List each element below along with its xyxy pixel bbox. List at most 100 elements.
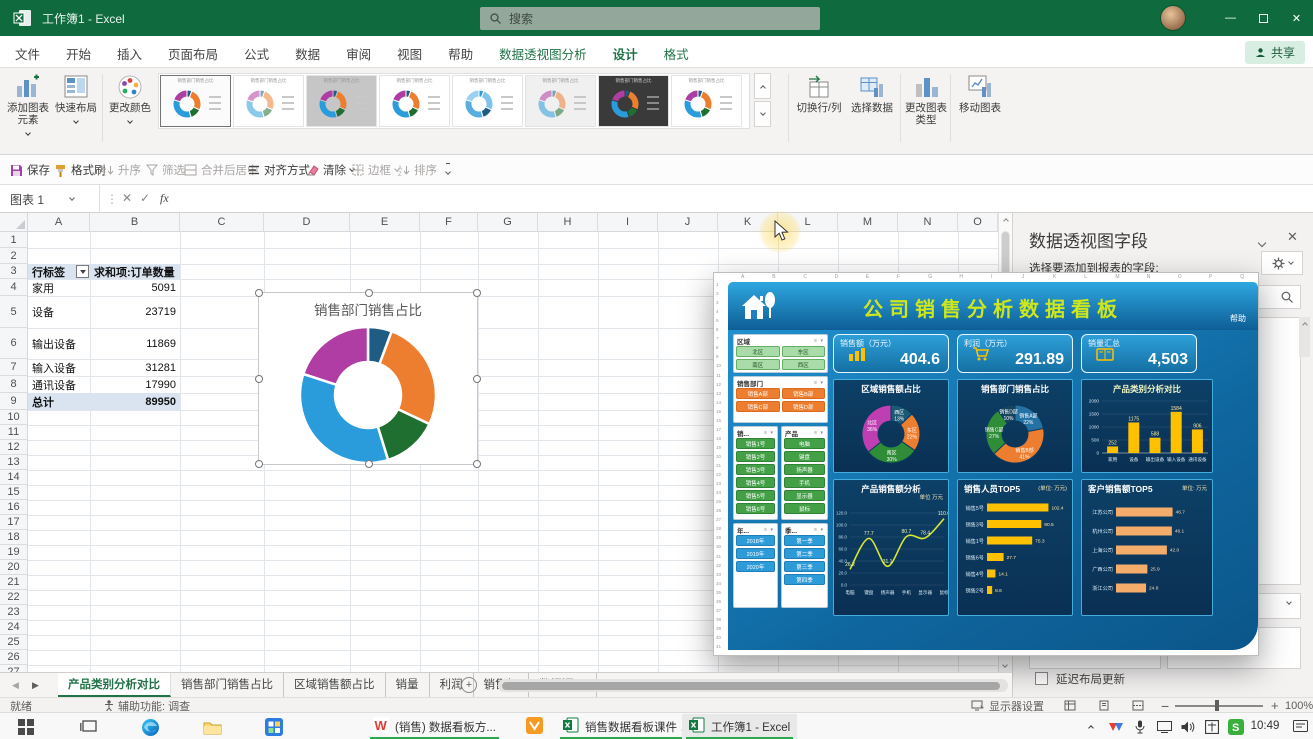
sort-button[interactable]: AZ 排序 xyxy=(398,155,437,185)
taskbar-app-orange-app-icon[interactable] xyxy=(519,714,550,739)
resize-handle[interactable] xyxy=(255,375,263,383)
pane-settings-button[interactable] xyxy=(1261,251,1303,275)
sheet-tab-产品类别分析对比[interactable]: 产品类别分析对比 xyxy=(58,673,171,697)
row-header-20[interactable]: 20 xyxy=(0,560,28,575)
task-view-button[interactable] xyxy=(78,717,98,737)
pivot-row-label[interactable]: 输入设备 xyxy=(28,359,90,376)
chart-style-5[interactable]: 销售部门销售占比 xyxy=(452,75,523,127)
zoom-slider[interactable] xyxy=(1175,705,1263,707)
edge-icon[interactable] xyxy=(140,717,160,737)
select-data-button[interactable]: 选择数据 xyxy=(847,72,897,150)
row-header-22[interactable]: 22 xyxy=(0,590,28,605)
ribbon-tab-页面布局[interactable]: 页面布局 xyxy=(155,36,231,69)
pivot-row-value[interactable]: 11869 xyxy=(90,328,180,359)
row-header-16[interactable]: 16 xyxy=(0,500,28,515)
ribbon-tab-文件[interactable]: 文件 xyxy=(2,36,53,69)
wps-tray-icon[interactable] xyxy=(1106,713,1126,739)
ribbon-tab-数据[interactable]: 数据 xyxy=(282,36,333,69)
defer-layout-checkbox[interactable] xyxy=(1035,672,1048,685)
taskbar-app-(销售) 数据看板方...[interactable]: W(销售) 数据看板方... xyxy=(366,714,503,739)
resize-handle[interactable] xyxy=(365,289,373,297)
sheet-tab-销售部门销售占比[interactable]: 销售部门销售占比 xyxy=(171,673,284,697)
row-header-24[interactable]: 24 xyxy=(0,620,28,635)
quick-layout-button[interactable]: 快速布局 xyxy=(54,72,98,150)
select-all-corner[interactable] xyxy=(0,213,28,232)
name-box[interactable]: 图表 1 xyxy=(0,185,100,213)
ribbon-tab-审阅[interactable]: 审阅 xyxy=(333,36,384,69)
ribbon-tab-视图[interactable]: 视图 xyxy=(384,36,435,69)
enter-icon[interactable]: ✓ xyxy=(140,191,150,205)
column-header-O[interactable]: O xyxy=(958,213,998,232)
tabbar-overflow[interactable]: ⋮ xyxy=(482,678,494,692)
resize-handle[interactable] xyxy=(473,460,481,468)
gallery-scroll-up-button[interactable] xyxy=(754,73,771,99)
resize-handle[interactable] xyxy=(473,375,481,383)
ribbon-tab-开始[interactable]: 开始 xyxy=(53,36,104,69)
notification-icon[interactable] xyxy=(1290,713,1310,739)
alignment-button[interactable]: 对齐方式 xyxy=(248,155,310,185)
sheet-nav-right-icon[interactable]: ▶ xyxy=(32,680,39,691)
taskbar-app-销售数据看板课件 - E...[interactable]: 销售数据看板课件 - E... xyxy=(556,714,702,739)
sheet-tab-区域销售额占比[interactable]: 区域销售额占比 xyxy=(284,673,386,697)
cancel-icon[interactable]: ✕ xyxy=(122,191,132,205)
taskbar-app-工作簿1 - Excel[interactable]: 工作簿1 - Excel xyxy=(682,714,797,739)
close-button[interactable]: ✕ xyxy=(1280,0,1313,36)
column-header-E[interactable]: E xyxy=(350,213,420,232)
cast-display-icon[interactable] xyxy=(1154,713,1174,739)
pivot-row-label[interactable]: 家用 xyxy=(28,279,90,296)
dashboard-overlay-image[interactable]: ABCDEFGHIJKLMNOPQ 1234567891011121314151… xyxy=(713,272,1259,656)
pivot-row-value[interactable]: 31281 xyxy=(90,359,180,376)
ribbon-tab-帮助[interactable]: 帮助 xyxy=(435,36,486,69)
row-header-26[interactable]: 26 xyxy=(0,650,28,665)
resize-handle[interactable] xyxy=(255,460,263,468)
column-header-N[interactable]: N xyxy=(898,213,958,232)
row-labels-filter-button[interactable] xyxy=(76,265,89,278)
chart-style-2[interactable]: 销售部门销售占比 xyxy=(233,75,304,127)
zoom-level[interactable]: 100% xyxy=(1285,698,1313,713)
page-break-view-button[interactable] xyxy=(1132,698,1144,713)
filter-button[interactable]: 筛选 xyxy=(146,155,185,185)
row-header-12[interactable]: 12 xyxy=(0,440,28,455)
sort-ascending-button[interactable]: AZ 升序 xyxy=(102,155,141,185)
gallery-more-button[interactable] xyxy=(754,101,771,127)
pivot-chart-object[interactable]: 销售部门销售占比 xyxy=(258,292,478,465)
change-colors-button[interactable]: 更改颜色 xyxy=(106,72,154,150)
zoom-out-button[interactable]: − xyxy=(1161,698,1169,713)
horizontal-scrollbar[interactable] xyxy=(498,679,1008,692)
row-header-13[interactable]: 13 xyxy=(0,455,28,470)
chart-style-4[interactable]: 销售部门销售占比 xyxy=(379,75,450,127)
ribbon-tab-插入[interactable]: 插入 xyxy=(104,36,155,69)
toolbar-overflow-button[interactable] xyxy=(446,155,450,185)
scrollbar-thumb[interactable] xyxy=(501,681,1001,691)
blue-app-icon[interactable] xyxy=(264,717,284,737)
pivot-row-label[interactable]: 设备 xyxy=(28,296,90,328)
chart-style-1[interactable]: 销售部门销售占比 xyxy=(160,75,231,127)
maximize-button[interactable] xyxy=(1247,0,1280,36)
row-header-18[interactable]: 18 xyxy=(0,530,28,545)
save-button[interactable]: 保存 xyxy=(10,155,50,185)
resize-handle[interactable] xyxy=(473,289,481,297)
zoom-slider-thumb[interactable] xyxy=(1215,700,1219,711)
row-header-6[interactable]: 6 xyxy=(0,328,28,359)
column-header-M[interactable]: M xyxy=(838,213,898,232)
switch-row-column-button[interactable]: 切换行/列 xyxy=(792,72,846,150)
row-header-4[interactable]: 4 xyxy=(0,279,28,296)
microphone-icon[interactable] xyxy=(1130,713,1150,739)
column-header-I[interactable]: I xyxy=(598,213,658,232)
hidden-icons-chevron[interactable] xyxy=(1082,713,1100,739)
clear-button[interactable]: 清除 xyxy=(306,155,354,185)
chart-style-6[interactable]: 销售部门销售占比 xyxy=(525,75,596,127)
row-header-11[interactable]: 11 xyxy=(0,425,28,440)
row-header-27[interactable]: 27 xyxy=(0,665,28,672)
resize-handle[interactable] xyxy=(365,460,373,468)
file-explorer-icon[interactable] xyxy=(202,717,222,737)
normal-view-button[interactable] xyxy=(1064,698,1076,713)
ribbon-tab-格式[interactable]: 格式 xyxy=(651,36,702,69)
row-header-3[interactable]: 3 xyxy=(0,264,28,279)
row-header-19[interactable]: 19 xyxy=(0,545,28,560)
column-header-H[interactable]: H xyxy=(538,213,598,232)
chevron-down-icon[interactable] xyxy=(1259,233,1265,251)
row-header-7[interactable]: 7 xyxy=(0,359,28,376)
clock[interactable]: 10:49 xyxy=(1243,720,1287,732)
pane-scrollbar-up[interactable] xyxy=(1299,317,1310,357)
